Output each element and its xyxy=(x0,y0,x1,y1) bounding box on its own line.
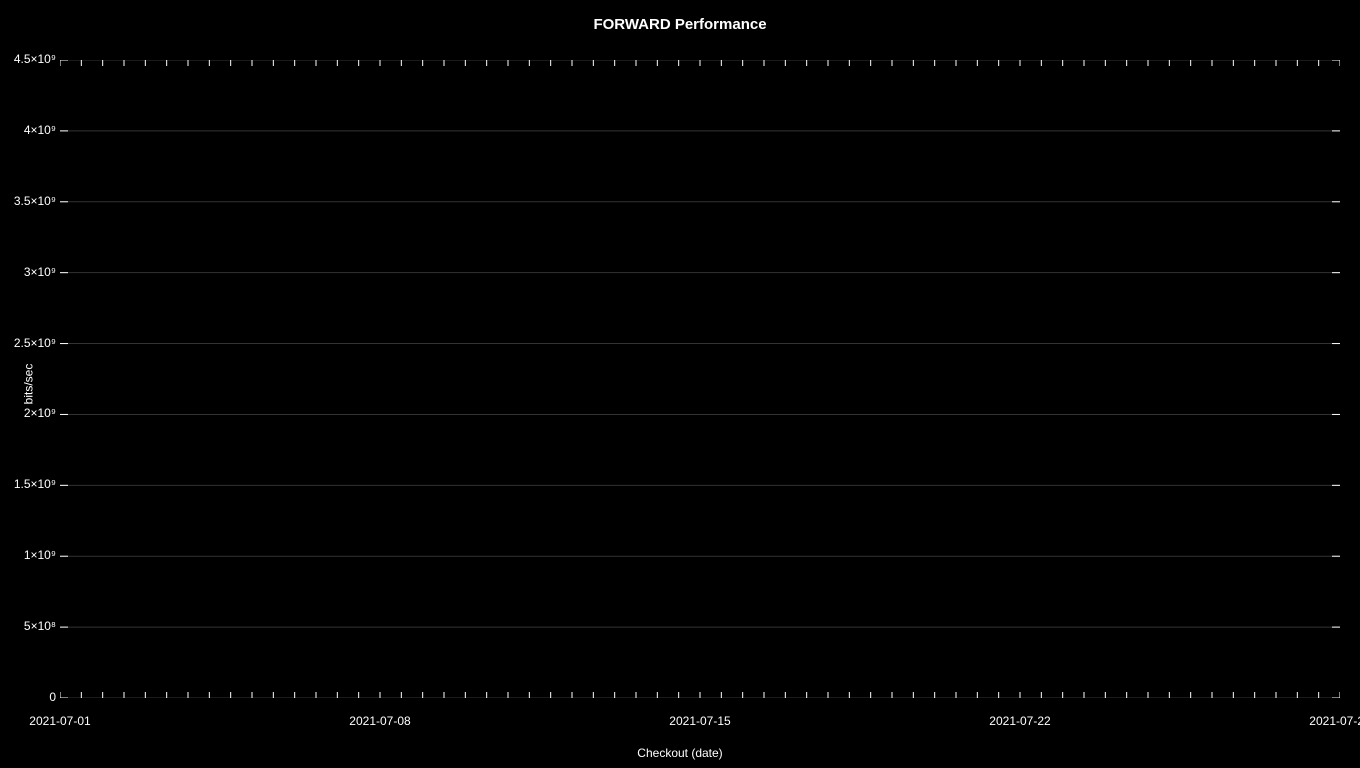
chart-area: 4.5×10⁹4×10⁹3.5×10⁹3×10⁹2.5×10⁹2×10⁹1.5×… xyxy=(60,60,1340,698)
x-tick-label: 2021-07-08 xyxy=(349,714,410,728)
x-axis-label: Checkout (date) xyxy=(637,746,722,760)
y-tick-label: 3×10⁹ xyxy=(0,265,56,279)
chart-container: FORWARD Performance bits/sec Checkout (d… xyxy=(0,0,1360,768)
chart-svg xyxy=(60,60,1340,698)
y-tick-label: 2×10⁹ xyxy=(0,406,56,420)
y-tick-label: 4×10⁹ xyxy=(0,123,56,137)
chart-title: FORWARD Performance xyxy=(593,16,766,33)
x-tick-label: 2021-07-22 xyxy=(989,714,1050,728)
y-tick-label: 0 xyxy=(0,690,56,704)
y-tick-label: 1.5×10⁹ xyxy=(0,477,56,491)
y-tick-label: 4.5×10⁹ xyxy=(0,52,56,66)
x-tick-label: 2021-07-29 xyxy=(1309,714,1360,728)
y-tick-label: 2.5×10⁹ xyxy=(0,336,56,350)
y-tick-label: 3.5×10⁹ xyxy=(0,194,56,208)
x-tick-label: 2021-07-01 xyxy=(29,714,90,728)
x-tick-label: 2021-07-15 xyxy=(669,714,730,728)
y-tick-label: 1×10⁹ xyxy=(0,548,56,562)
y-axis-label: bits/sec xyxy=(21,364,35,405)
y-tick-label: 5×10⁸ xyxy=(0,619,56,633)
